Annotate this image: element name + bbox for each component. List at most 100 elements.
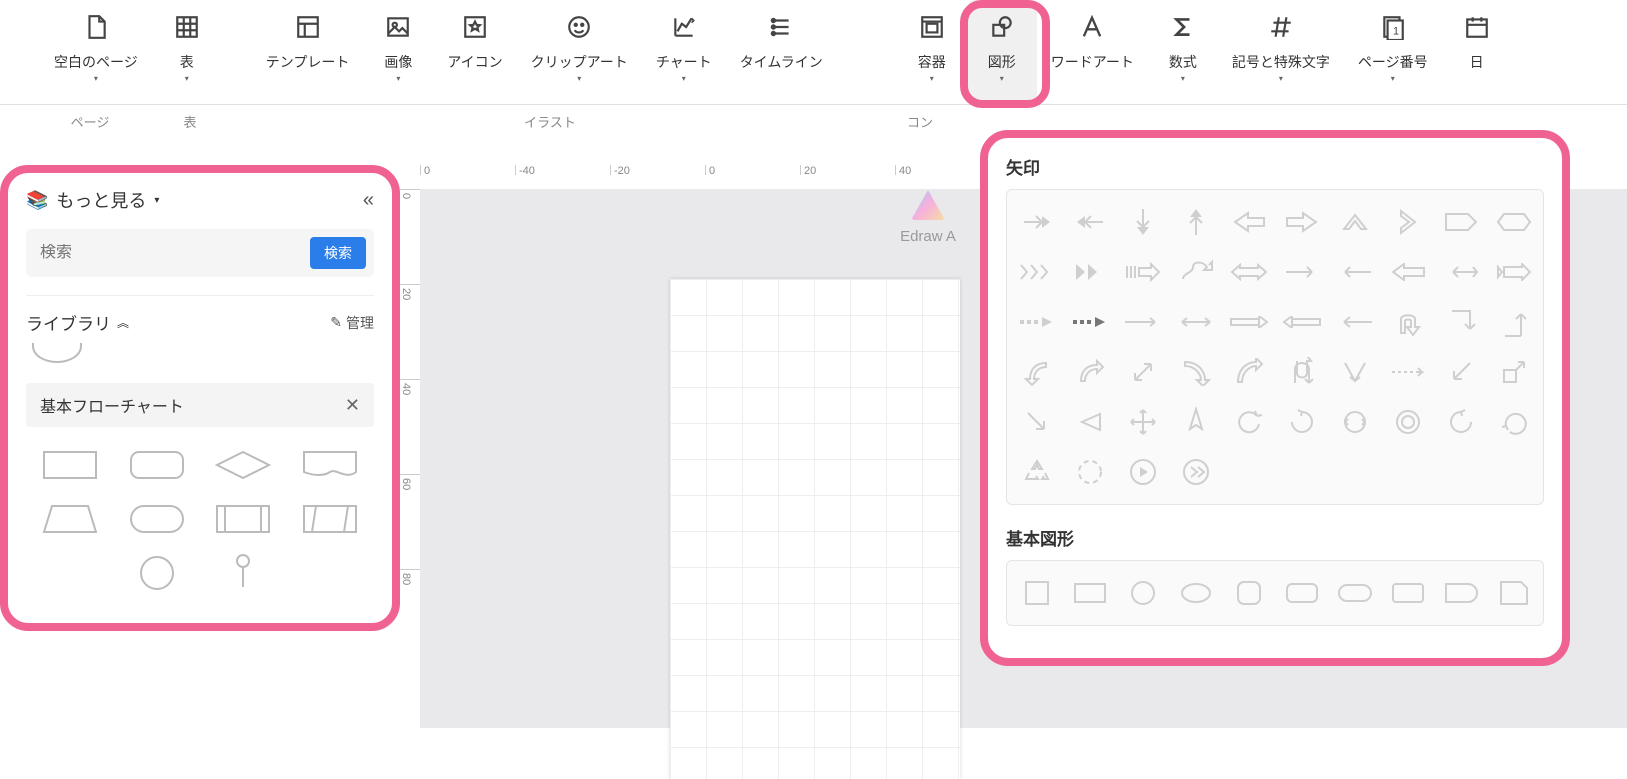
arrow-pentagon-right[interactable] — [1439, 202, 1482, 242]
arrow-redo[interactable] — [1492, 402, 1535, 442]
arrow-long-double[interactable] — [1174, 302, 1217, 342]
ribbon-blank-page[interactable]: 空白のページ ▾ — [40, 0, 152, 104]
shape-cut-corner[interactable] — [1492, 573, 1535, 613]
arrow-flat-left[interactable] — [1280, 302, 1323, 342]
library-title[interactable]: ライブラリ ︽ — [26, 310, 129, 335]
ribbon-wordart[interactable]: ワードアート — [1037, 0, 1148, 104]
arrow-cursor-up[interactable] — [1174, 402, 1217, 442]
ribbon-table[interactable]: 表 ▾ — [152, 0, 222, 104]
ribbon-formula[interactable]: 数式 ▾ — [1148, 0, 1218, 104]
close-icon[interactable]: ✕ — [345, 395, 360, 416]
ribbon-shape[interactable]: 図形 ▾ — [967, 0, 1037, 104]
arrow-recycle[interactable] — [1015, 452, 1058, 492]
search-input[interactable] — [40, 244, 300, 262]
shape-rounded-rect-2[interactable] — [1386, 573, 1429, 613]
arrow-diag-down-right[interactable] — [1015, 402, 1058, 442]
arrow-arc-right[interactable] — [1174, 352, 1217, 392]
arrow-circle-dashed[interactable] — [1068, 452, 1111, 492]
shape-circle[interactable] — [1121, 573, 1164, 613]
arrow-striped-right[interactable] — [1121, 252, 1164, 292]
arrow-thin-left[interactable] — [1333, 252, 1376, 292]
canvas-page[interactable] — [670, 279, 960, 779]
arrow-double-horizontal[interactable] — [1227, 252, 1270, 292]
arrow-cycle[interactable] — [1333, 402, 1376, 442]
arrow-v-down[interactable] — [1333, 352, 1376, 392]
shape-rectangle[interactable] — [32, 445, 109, 485]
arrow-curve-down-left[interactable] — [1015, 352, 1058, 392]
ribbon-icon[interactable]: アイコン — [433, 0, 516, 104]
shape-diamond[interactable] — [205, 445, 282, 485]
arrow-curve-up-right[interactable] — [1068, 352, 1111, 392]
ribbon-clipart[interactable]: クリップアート ▾ — [517, 0, 642, 104]
arrow-dotted-right-solid[interactable] — [1068, 302, 1111, 342]
shape-rounded-rect[interactable] — [119, 445, 196, 485]
arrow-u-turn-up[interactable] — [1386, 302, 1429, 342]
edraw-ai-badge[interactable]: Edraw A — [878, 190, 978, 245]
arrow-move-4way[interactable] — [1121, 402, 1164, 442]
ribbon-image[interactable]: 画像 ▾ — [363, 0, 433, 104]
ribbon-date[interactable]: 日 — [1442, 0, 1512, 104]
arrow-u-turn-down[interactable] — [1280, 352, 1323, 392]
shape-rounded-rect[interactable] — [1280, 573, 1323, 613]
arrow-diag-up-right-box[interactable] — [1492, 352, 1535, 392]
section-arrows-title: 矢印 — [1006, 154, 1544, 179]
shape-ellipse[interactable] — [1174, 573, 1217, 613]
arrow-block-right[interactable] — [1280, 202, 1323, 242]
category-row[interactable]: 基本フローチャート ✕ — [26, 383, 374, 427]
shape-half-round-right[interactable] — [1439, 573, 1482, 613]
arrow-chevron-up[interactable] — [1333, 202, 1376, 242]
arrow-arc-up[interactable] — [1227, 352, 1270, 392]
ribbon-page-number[interactable]: 1 ページ番号 ▾ — [1344, 0, 1442, 104]
left-panel-title[interactable]: 📚 もっと見る ▾ — [26, 187, 159, 213]
shape-trapezoid[interactable] — [32, 499, 109, 539]
arrow-down[interactable] — [1121, 202, 1164, 242]
ribbon-symbols[interactable]: 記号と特殊文字 ▾ — [1218, 0, 1344, 104]
arrow-rotate-cw[interactable] — [1280, 402, 1323, 442]
arrow-rotate-ccw[interactable] — [1439, 402, 1482, 442]
arrow-corner-up[interactable] — [1492, 302, 1535, 342]
arrow-corner-down-right[interactable] — [1439, 302, 1482, 342]
arrow-notch-right[interactable] — [1492, 252, 1535, 292]
ribbon-chart[interactable]: チャート ▾ — [642, 0, 726, 104]
arrow-hexagon[interactable] — [1492, 202, 1535, 242]
arrow-diagonal-double[interactable] — [1121, 352, 1164, 392]
ribbon-template[interactable]: テンプレート — [252, 0, 364, 104]
ribbon-container[interactable]: 容器 ▾ — [897, 0, 967, 104]
shape-connector[interactable] — [205, 553, 282, 593]
arrow-right[interactable] — [1015, 202, 1058, 242]
manage-button[interactable]: ✎ 管理 — [330, 313, 374, 333]
arrow-chevron-right[interactable] — [1386, 202, 1429, 242]
shape-circle[interactable] — [119, 553, 196, 593]
arrow-triple-chevron[interactable] — [1015, 252, 1058, 292]
arrow-refresh[interactable] — [1227, 402, 1270, 442]
arrow-play-circle[interactable] — [1121, 452, 1164, 492]
arrow-long-right[interactable] — [1121, 302, 1164, 342]
arrow-outline-left[interactable] — [1386, 252, 1429, 292]
arrow-up[interactable] — [1174, 202, 1217, 242]
arrow-flat-right[interactable] — [1227, 302, 1270, 342]
shape-document[interactable] — [292, 445, 369, 485]
arrow-block-left[interactable] — [1227, 202, 1270, 242]
arrow-diag-down-left[interactable] — [1439, 352, 1482, 392]
arrow-double-chevron[interactable] — [1068, 252, 1111, 292]
arrow-dotted-right[interactable] — [1015, 302, 1058, 342]
shape-square[interactable] — [1015, 573, 1058, 613]
ribbon-timeline[interactable]: タイムライン — [726, 0, 837, 104]
shape-rounded-square[interactable] — [1227, 573, 1270, 613]
arrow-triangle-left[interactable] — [1068, 402, 1111, 442]
arrow-dotted-thin-right[interactable] — [1386, 352, 1429, 392]
collapse-button[interactable]: « — [363, 189, 374, 212]
shape-predefined[interactable] — [205, 499, 282, 539]
search-button[interactable]: 検索 — [310, 237, 366, 269]
arrow-thin-right[interactable] — [1280, 252, 1323, 292]
shape-rect-wide[interactable] — [1068, 573, 1111, 613]
arrow-tail-left[interactable] — [1439, 252, 1482, 292]
shape-pill[interactable] — [1333, 573, 1376, 613]
arrow-open-left[interactable] — [1333, 302, 1376, 342]
shape-data[interactable] — [292, 499, 369, 539]
arrow-left[interactable] — [1068, 202, 1111, 242]
shape-terminator[interactable] — [119, 499, 196, 539]
arrow-circle-outline[interactable] — [1386, 402, 1429, 442]
arrow-forward-circle[interactable] — [1174, 452, 1217, 492]
arrow-s-curve[interactable] — [1174, 252, 1217, 292]
